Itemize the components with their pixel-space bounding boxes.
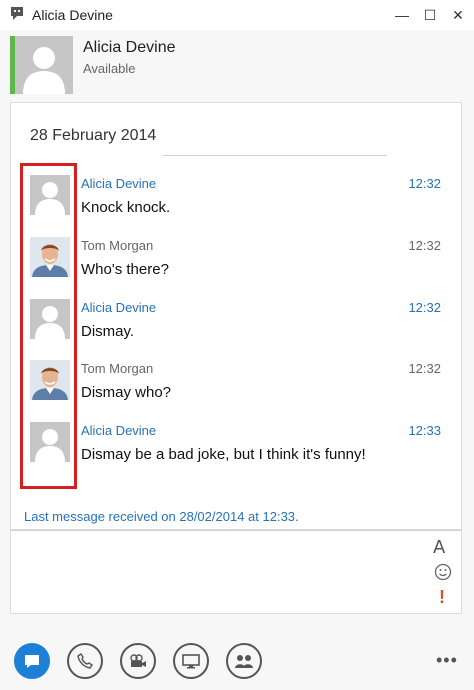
message-time: 12:32 xyxy=(408,300,441,315)
message-time: 12:32 xyxy=(408,238,441,253)
call-button[interactable] xyxy=(67,643,103,679)
message-input[interactable] xyxy=(19,537,419,607)
minimize-button[interactable]: — xyxy=(390,4,414,26)
message-sender: Alicia Devine xyxy=(81,300,157,315)
message-text: Knock knock. xyxy=(81,199,171,216)
message-text: Who's there? xyxy=(81,261,169,278)
message-sender: Alicia Devine xyxy=(81,423,157,438)
emoticon-icon[interactable] xyxy=(434,563,452,586)
im-icon xyxy=(25,655,39,668)
message-sender: Tom Morgan xyxy=(81,238,154,253)
phone-icon xyxy=(77,653,93,669)
message-time: 12:32 xyxy=(408,176,441,191)
bottom-toolbar: ••• xyxy=(0,624,474,690)
high-importance-icon[interactable]: ! xyxy=(439,587,445,608)
video-button[interactable] xyxy=(120,643,156,679)
conversation-date: 28 February 2014 xyxy=(30,127,157,144)
default-person-icon xyxy=(15,36,73,94)
contact-avatar[interactable] xyxy=(15,36,73,94)
conversation-history[interactable]: 28 February 2014 Alicia Devine 12:32 Kno… xyxy=(10,102,462,530)
message-item: Tom Morgan 12:32 Dismay who? xyxy=(11,360,461,416)
compose-area: A ! xyxy=(10,530,462,614)
close-button[interactable]: ✕ xyxy=(446,4,470,26)
message-text: Dismay who? xyxy=(81,384,172,401)
message-text: Dismay. xyxy=(81,323,135,340)
video-icon xyxy=(130,654,146,667)
im-button[interactable] xyxy=(14,643,50,679)
message-item: Alicia Devine 12:33 Dismay be a bad joke… xyxy=(11,422,461,478)
last-message-note: Last message received on 28/02/2014 at 1… xyxy=(24,509,299,524)
message-item: Alicia Devine 12:32 Knock knock. xyxy=(11,175,461,231)
contact-status: Available xyxy=(83,61,136,76)
participants-icon xyxy=(235,655,253,668)
message-sender: Alicia Devine xyxy=(81,176,157,191)
present-icon xyxy=(182,654,200,669)
message-time: 12:33 xyxy=(408,423,441,438)
window-title: Alicia Devine xyxy=(32,7,113,23)
message-item: Alicia Devine 12:32 Dismay. xyxy=(11,299,461,355)
message-text: Dismay be a bad joke, but I think it's f… xyxy=(81,446,366,463)
more-options-button[interactable]: ••• xyxy=(436,650,458,671)
present-button[interactable] xyxy=(173,643,209,679)
contact-header: Alicia Devine Available xyxy=(0,30,474,100)
font-format-icon[interactable]: A xyxy=(433,537,445,558)
avatar-highlight-box xyxy=(20,163,77,489)
contact-name[interactable]: Alicia Devine xyxy=(83,39,175,57)
date-divider xyxy=(163,155,387,156)
maximize-button[interactable]: ☐ xyxy=(418,4,442,26)
message-item: Tom Morgan 12:32 Who's there? xyxy=(11,237,461,293)
lync-app-icon xyxy=(11,7,23,20)
message-sender: Tom Morgan xyxy=(81,361,154,376)
participants-button[interactable] xyxy=(226,643,262,679)
message-time: 12:32 xyxy=(408,361,441,376)
conversation-window: Alicia Devine — ☐ ✕ Alicia Devine Availa… xyxy=(0,0,474,690)
title-bar: Alicia Devine — ☐ ✕ xyxy=(0,0,474,30)
